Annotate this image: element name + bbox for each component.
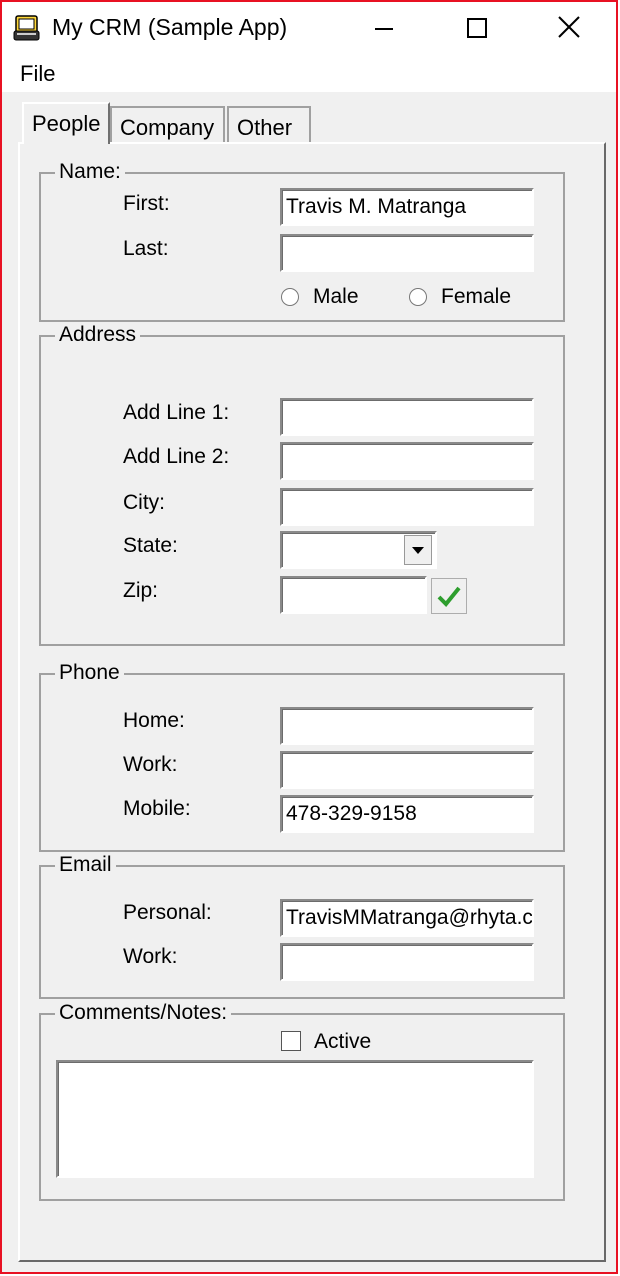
work-phone-input[interactable] (280, 751, 534, 789)
tab-people[interactable]: People (22, 102, 110, 144)
menu-bar: File (2, 52, 616, 92)
male-radio-label: Male (313, 285, 359, 308)
active-checkbox[interactable] (281, 1031, 301, 1051)
personal-email-label: Personal: (123, 901, 212, 924)
address-line2-input[interactable] (280, 442, 534, 480)
tab-other-label: Other (237, 115, 293, 140)
work-phone-label: Work: (123, 753, 178, 776)
phone-group-legend: Phone (55, 661, 124, 685)
verify-zip-button[interactable] (431, 578, 467, 614)
comments-textarea[interactable] (56, 1060, 534, 1178)
zip-input[interactable] (280, 576, 427, 614)
city-input[interactable] (280, 488, 534, 526)
first-name-input[interactable]: Travis M. Matranga (280, 188, 534, 226)
address-line2-label: Add Line 2: (123, 445, 230, 468)
tab-company[interactable]: Company (110, 106, 225, 142)
mobile-phone-input[interactable]: 478-329-9158 (280, 795, 534, 833)
address-group-legend: Address (55, 323, 141, 347)
address-line1-label: Add Line 1: (123, 401, 230, 424)
male-radio[interactable] (281, 288, 299, 306)
home-phone-input[interactable] (280, 707, 534, 745)
last-name-label: Last: (123, 237, 169, 260)
email-group-legend: Email (55, 853, 116, 877)
female-radio-label: Female (441, 285, 512, 308)
minimize-icon (375, 28, 393, 30)
window-title: My CRM (Sample App) (52, 14, 288, 40)
menu-file[interactable]: File (20, 61, 55, 87)
work-email-label: Work: (123, 945, 178, 968)
app-window: My CRM (Sample App) File People Company … (0, 0, 618, 1274)
female-radio[interactable] (409, 288, 427, 306)
zip-label: Zip: (123, 579, 159, 602)
active-checkbox-label: Active (314, 1030, 372, 1053)
tab-other[interactable]: Other (227, 106, 311, 142)
comments-group-legend: Comments/Notes: (55, 1001, 232, 1025)
personal-email-input[interactable]: TravisMMatranga@rhyta.com (280, 899, 534, 937)
last-name-input[interactable] (280, 234, 534, 272)
checkmark-icon (437, 586, 461, 607)
mobile-phone-label: Mobile: (123, 797, 191, 820)
minimize-button[interactable] (338, 2, 430, 52)
tab-people-label: People (32, 111, 101, 136)
app-icon (13, 15, 40, 41)
chevron-down-icon (412, 547, 424, 554)
first-name-label: First: (123, 192, 170, 215)
close-button[interactable] (522, 2, 614, 52)
state-dropdown-button[interactable] (404, 535, 432, 565)
maximize-icon (467, 18, 487, 38)
maximize-button[interactable] (430, 2, 522, 52)
state-label: State: (123, 534, 178, 557)
close-icon (558, 16, 580, 38)
address-line1-input[interactable] (280, 398, 534, 436)
name-group-legend: Name: (55, 160, 125, 184)
tab-company-label: Company (120, 115, 215, 140)
title-bar[interactable]: My CRM (Sample App) (2, 2, 616, 52)
city-label: City: (123, 491, 165, 514)
home-phone-label: Home: (123, 709, 185, 732)
work-email-input[interactable] (280, 943, 534, 981)
